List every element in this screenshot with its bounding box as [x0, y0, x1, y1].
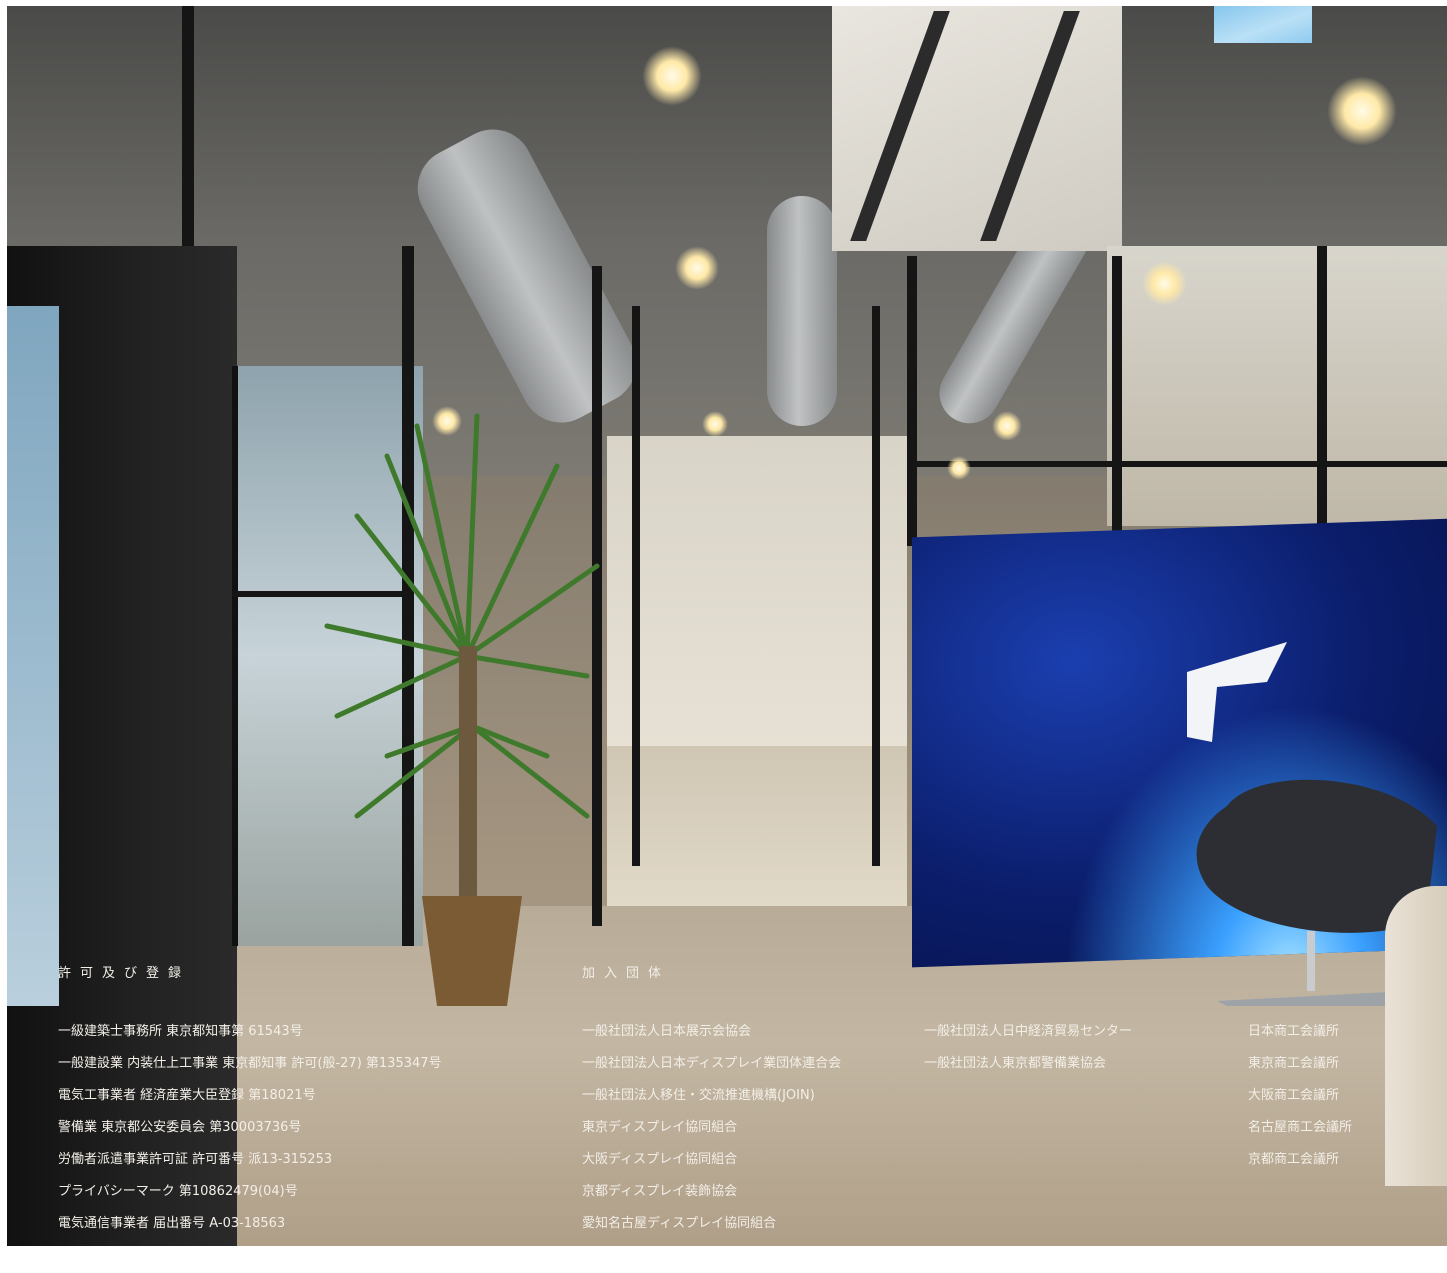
pendant-lamp [1327, 76, 1397, 146]
pendant-lamp [947, 456, 971, 480]
memberships-list-1: 一般社団法人日本展示会協会 一般社団法人日本ディスプレイ業団体連合会 一般社団法… [582, 1016, 841, 1240]
glass-door [7, 306, 59, 1006]
list-item: 東京ディスプレイ協同組合 [582, 1120, 738, 1135]
list-item: 一般建設業 内装仕上工事業 東京都知事 許可(般-27) 第135347号 [58, 1056, 442, 1071]
company-logo-icon [1187, 642, 1287, 742]
pendant-lamp [702, 411, 728, 437]
partition-frame [907, 256, 917, 546]
memberships-heading: 加入団体 [582, 966, 671, 981]
air-conditioner [832, 6, 1122, 251]
list-item: 東京商工会議所 [1248, 1056, 1340, 1071]
list-item: 警備業 東京都公安委員会 第30003736号 [58, 1120, 302, 1135]
ceiling-duct [767, 196, 837, 426]
list-item: 京都商工会議所 [1248, 1152, 1340, 1167]
list-item: 愛知名古屋ディスプレイ協同組合 [582, 1216, 777, 1231]
partition-frame [1317, 246, 1327, 526]
list-item: 労働者派遣事業許可証 許可番号 派13-315253 [58, 1152, 333, 1167]
partition-frame [872, 306, 880, 866]
potted-plant [324, 413, 600, 1006]
permits-list: 一級建築士事務所 東京都知事第 61543号 一般建設業 内装仕上工事業 東京都… [58, 1016, 442, 1240]
round-table [1385, 886, 1447, 1186]
corridor-floor [607, 746, 907, 926]
memberships-list-3: 日本商工会議所 東京商工会議所 大阪商工会議所 名古屋商工会議所 京都商工会議所 [1248, 1016, 1352, 1176]
partition-frame [182, 6, 194, 246]
list-item: 電気工事業者 経済産業大臣登録 第18021号 [58, 1088, 316, 1103]
partition-frame [632, 306, 640, 866]
pendant-lamp [1142, 261, 1187, 306]
sky-thumbnail [1214, 6, 1312, 43]
list-item: 一般社団法人移住・交流推進機構(JOIN) [582, 1088, 815, 1103]
pendant-lamp [992, 411, 1022, 441]
list-item: 名古屋商工会議所 [1248, 1120, 1353, 1135]
list-item: 一般社団法人日本ディスプレイ業団体連合会 [582, 1056, 842, 1071]
pendant-lamp [642, 46, 702, 106]
partition-frame [1112, 256, 1122, 536]
list-item: 一般社団法人日本展示会協会 [582, 1024, 752, 1039]
permits-heading: 許可及び登録 [58, 966, 191, 981]
list-item: 一般社団法人日中経済貿易センター [924, 1024, 1133, 1039]
partition-frame [907, 461, 1447, 467]
memberships-list-2: 一般社団法人日中経済貿易センター 一般社団法人東京都警備業協会 [924, 1016, 1132, 1080]
page-number: 16 [1419, 1251, 1438, 1266]
list-item: 大阪商工会議所 [1248, 1088, 1340, 1103]
pendant-lamp [675, 246, 719, 290]
list-item: 電気通信事業者 届出番号 A-03-18563 [58, 1216, 286, 1231]
list-item: 一般社団法人東京都警備業協会 [924, 1056, 1107, 1071]
list-item: 日本商工会議所 [1248, 1024, 1340, 1039]
list-item: 大阪ディスプレイ協同組合 [582, 1152, 738, 1167]
list-item: 京都ディスプレイ装飾協会 [582, 1184, 738, 1199]
list-item: 一級建築士事務所 東京都知事第 61543号 [58, 1024, 303, 1039]
list-item: プライバシーマーク 第10862479(04)号 [58, 1184, 298, 1199]
